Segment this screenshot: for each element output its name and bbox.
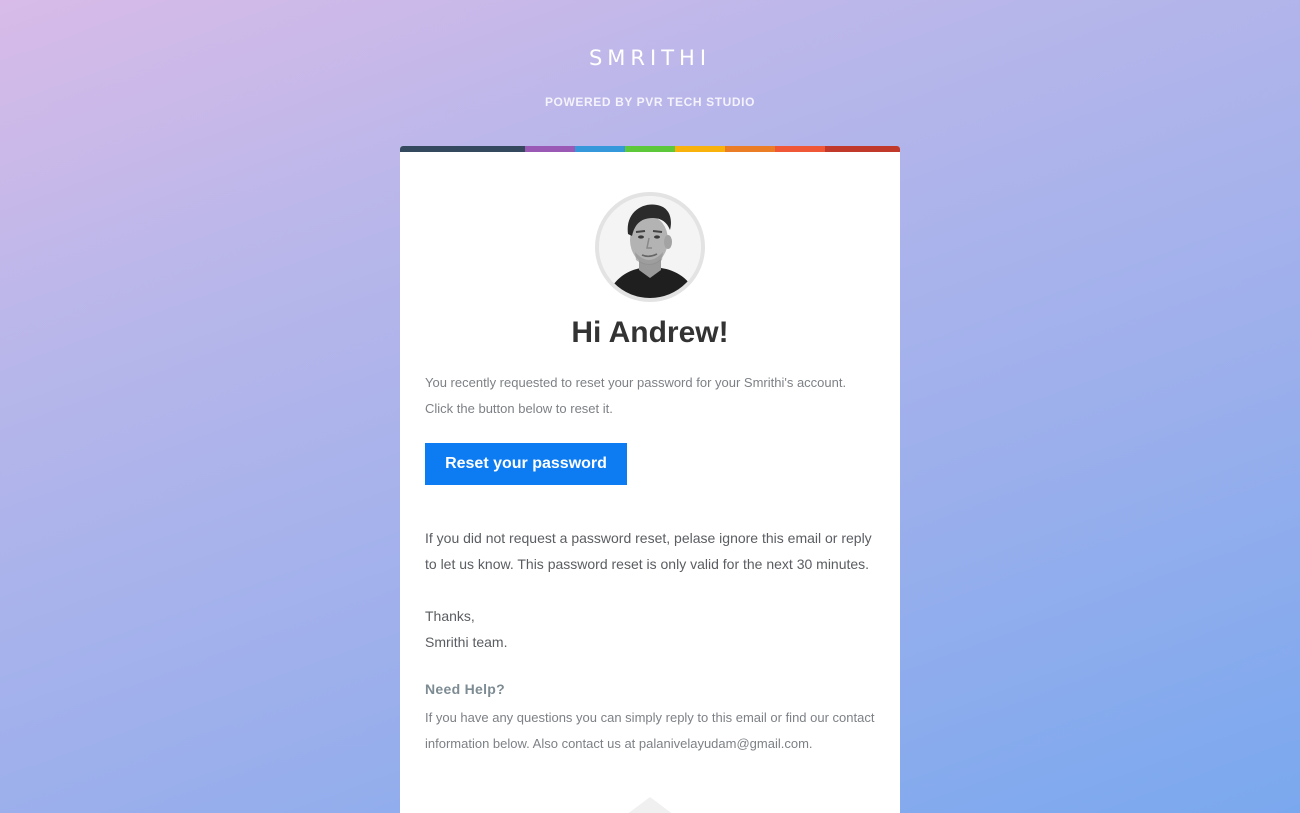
color-bar-segment	[675, 146, 725, 152]
email-card: Hi Andrew! You recently requested to res…	[400, 146, 900, 813]
help-title: Need Help?	[425, 681, 506, 697]
help-text: If you have any questions you can simply…	[425, 710, 875, 751]
color-bar-segment	[825, 146, 900, 152]
signature-text: Smrithi team.	[425, 634, 508, 650]
intro-text: You recently requested to reset your pas…	[425, 370, 875, 422]
color-bar-segment	[575, 146, 625, 152]
reset-password-button[interactable]: Reset your password	[425, 443, 627, 485]
thanks-text: Thanks,	[425, 608, 475, 624]
signoff: Thanks, Smrithi team.	[425, 603, 875, 655]
color-bar-segment	[775, 146, 825, 152]
color-bar-segment	[525, 146, 575, 152]
color-bar-segment	[725, 146, 775, 152]
color-bar-segment	[625, 146, 675, 152]
intro-line-2: Click the button below to reset it.	[425, 401, 613, 416]
powered-by-tagline: POWERED BY PVR TECH STUDIO	[544, 95, 756, 109]
user-avatar-photo-icon	[599, 196, 701, 298]
color-bar	[400, 146, 900, 152]
color-bar-segment	[400, 146, 525, 152]
greeting-heading: Hi Andrew!	[571, 316, 729, 349]
avatar	[595, 192, 705, 302]
brand-name: SMRITHI	[588, 46, 712, 70]
chevron-up-icon	[626, 797, 674, 813]
notice-text: If you did not request a password reset,…	[425, 530, 872, 572]
intro-line-1: You recently requested to reset your pas…	[425, 375, 847, 390]
